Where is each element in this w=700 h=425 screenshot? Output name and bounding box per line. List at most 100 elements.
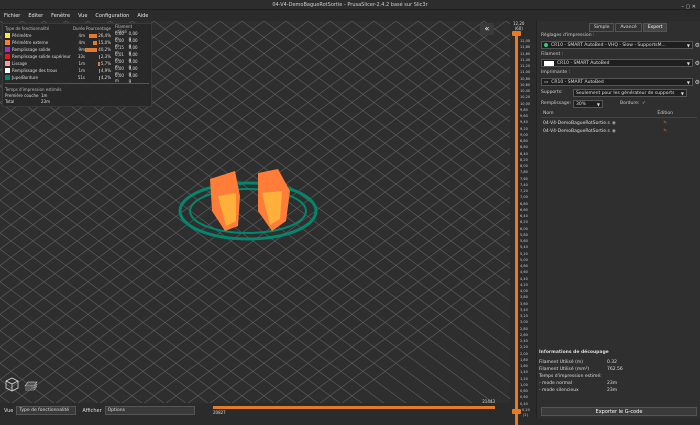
mode-switcher: Simple Avancé Expert xyxy=(589,23,668,32)
infill-label: Remplissage: xyxy=(541,101,572,106)
window-controls[interactable]: – ▢ ✕ xyxy=(681,2,696,12)
menu-editer[interactable]: Editer xyxy=(28,11,43,21)
gcode-horizontal-slider[interactable]: 20827 21443 xyxy=(213,399,495,415)
legend-type-name: Périmètre externe xyxy=(12,40,49,45)
collapse-sidebar-button[interactable]: « xyxy=(480,23,494,35)
edit-icon[interactable]: ✎ xyxy=(663,129,667,134)
legend-pct-cell: 4,9% xyxy=(85,68,111,73)
legend-type-cell: Remplissage solide supérieur xyxy=(5,54,71,59)
brim-label: Bordure: xyxy=(620,101,640,106)
info-row: - mode silencieux 23m xyxy=(539,387,699,394)
object-col-edit: Édition xyxy=(657,111,673,116)
layer-tick-label: 8,00 xyxy=(520,164,528,168)
filament-combo[interactable]: CR10 - SMART AutoBed ▼ ⚙ xyxy=(541,59,700,67)
infill-combo[interactable]: 30% ▼ xyxy=(573,100,603,108)
chevron-down-icon: ▼ xyxy=(686,79,690,85)
skirt-brim-shape xyxy=(178,181,318,241)
layer-tick-label: 7,40 xyxy=(520,182,528,187)
export-gcode-button[interactable]: Exporter le G-code xyxy=(541,407,697,416)
layer-tick-label: 9,00 xyxy=(520,132,528,137)
legend-pct: 2,3% xyxy=(100,54,111,59)
view-cube-icon[interactable] xyxy=(4,376,20,392)
gear-icon[interactable]: ⚙ xyxy=(695,79,700,86)
printer-combo[interactable]: ▭ CR10 - SMART AutoBed ▼ ⚙ xyxy=(541,78,700,86)
window-titlebar: 04-V4-DemoBagueRotSortie - PrusaSlicer-2… xyxy=(0,0,700,10)
eye-icon[interactable]: ◉ xyxy=(612,129,616,134)
mode-advanced-button[interactable]: Avancé xyxy=(615,23,642,32)
legend-type-name: Remplissage des trous xyxy=(12,68,58,73)
brim-checkbox[interactable]: ✓ xyxy=(642,101,646,106)
info-label: Filament Utilisé (m) xyxy=(539,360,583,365)
layer-tick-label: 4,60 xyxy=(520,270,528,275)
layer-tick-label: 7,00 xyxy=(520,195,528,200)
info-row: - mode normal 23m xyxy=(539,380,699,387)
edit-icon[interactable]: ✎ xyxy=(663,121,667,126)
status-dot-icon xyxy=(544,43,548,47)
legend-pct: 40,2% xyxy=(98,47,111,52)
legend-color-swatch xyxy=(5,47,10,52)
layer-slider-bottom-knob[interactable] xyxy=(512,409,521,414)
slice-info-title: Informations de découpage xyxy=(539,350,609,355)
print-settings-combo[interactable]: CR10 - SMART AutoBed - VHQ - Slow - Supp… xyxy=(541,41,700,49)
layer-tick-label: 9,40 xyxy=(520,120,528,125)
layer-slider-top-knob[interactable] xyxy=(512,31,521,36)
legend-time: 4m xyxy=(78,33,85,38)
print-settings-label: Réglages d'impression : xyxy=(541,33,595,38)
legend-pct: 5,7% xyxy=(100,61,111,66)
legend-panel: Type de fonctionnalité Durée Pourcentage… xyxy=(2,23,152,107)
layer-tick-label: 4,00 xyxy=(520,289,528,293)
time-row: Total 23m xyxy=(5,99,149,105)
layer-tick-label: 2,00 xyxy=(520,351,528,356)
view-type-select[interactable]: Type de fonctionnalité xyxy=(16,406,77,415)
layer-tick-label: 8,40 xyxy=(520,151,528,156)
layer-tick-label: 3,40 xyxy=(520,307,528,312)
layer-slider-track[interactable] xyxy=(515,33,518,425)
layer-tick-label: 7,20 xyxy=(520,189,528,193)
menu-vue[interactable]: Vue xyxy=(78,11,87,21)
printer-label: Imprimante : xyxy=(541,70,571,75)
legend-pct-cell: 40,2% xyxy=(85,47,111,52)
show-label: Afficher xyxy=(82,407,102,414)
layer-tick-label: 0,80 xyxy=(520,389,528,393)
layer-top-label: 12,20 (60) xyxy=(513,21,524,31)
legend-pct: 4,9% xyxy=(100,68,111,73)
legend-type-name: Jupe/Bordure xyxy=(12,75,38,80)
layer-tick-label: 1,80 xyxy=(520,357,528,362)
eye-icon[interactable]: ◉ xyxy=(612,121,616,126)
layer-tick-label: 11,00 xyxy=(520,70,531,75)
show-options-select[interactable]: Options xyxy=(104,406,195,415)
layers-icon[interactable] xyxy=(22,376,40,392)
info-value: 23m xyxy=(607,388,618,393)
menu-configuration[interactable]: Configuration xyxy=(95,11,129,21)
legend-type-cell: Remplissage solide xyxy=(5,47,71,52)
layer-tick-label: 12,00 xyxy=(520,39,531,43)
menu-aide[interactable]: Aide xyxy=(137,11,148,21)
legend-row[interactable]: Jupe/Bordure 51s 4,2% 0,00 m 0,00 g xyxy=(5,73,149,83)
hslider-right-value: 21443 xyxy=(482,399,495,404)
object-list-item[interactable]: 04-V4-DemoBagueRotSortie.s ◉ ✎ xyxy=(541,128,697,135)
layer-tick-label: 1,60 xyxy=(520,364,528,368)
layer-tick-label: 6,20 xyxy=(520,220,528,225)
supports-combo[interactable]: Seulement pour les générateur de support… xyxy=(573,89,687,97)
time-row-value: 23m xyxy=(41,99,50,104)
layer-tick-label: 0,40 xyxy=(520,401,528,406)
legend-pct-cell: 26,4% xyxy=(85,33,111,38)
menu-fichier[interactable]: Fichier xyxy=(4,11,20,21)
printer-icon: ▭ xyxy=(544,79,549,85)
gear-icon[interactable]: ⚙ xyxy=(695,42,700,49)
object-list-item[interactable]: 04-V4-DemoBagueRotSortie.s ◉ ✎ xyxy=(541,120,697,127)
mode-simple-button[interactable]: Simple xyxy=(589,23,615,32)
layer-tick-label: 5,20 xyxy=(520,251,528,256)
gear-icon[interactable]: ⚙ xyxy=(695,60,700,67)
menu-fenetre[interactable]: Fenêtre xyxy=(51,11,70,21)
filament-color-swatch[interactable] xyxy=(544,60,554,66)
legend-pct-bar xyxy=(98,75,100,80)
legend-type-cell: Jupe/Bordure xyxy=(5,75,71,80)
layer-tick-label: 9,20 xyxy=(520,126,528,131)
legend-pct: 15,0% xyxy=(98,40,111,45)
layer-tick-label: 1,20 xyxy=(520,376,528,381)
layer-vertical-slider[interactable]: 12,00 11,80 11,60 11,40 11,20 11,00 10,80 10,60… xyxy=(510,21,536,425)
chevron-down-icon: ▼ xyxy=(686,60,690,66)
legend-color-swatch xyxy=(5,75,10,80)
mode-expert-button[interactable]: Expert xyxy=(642,23,668,32)
